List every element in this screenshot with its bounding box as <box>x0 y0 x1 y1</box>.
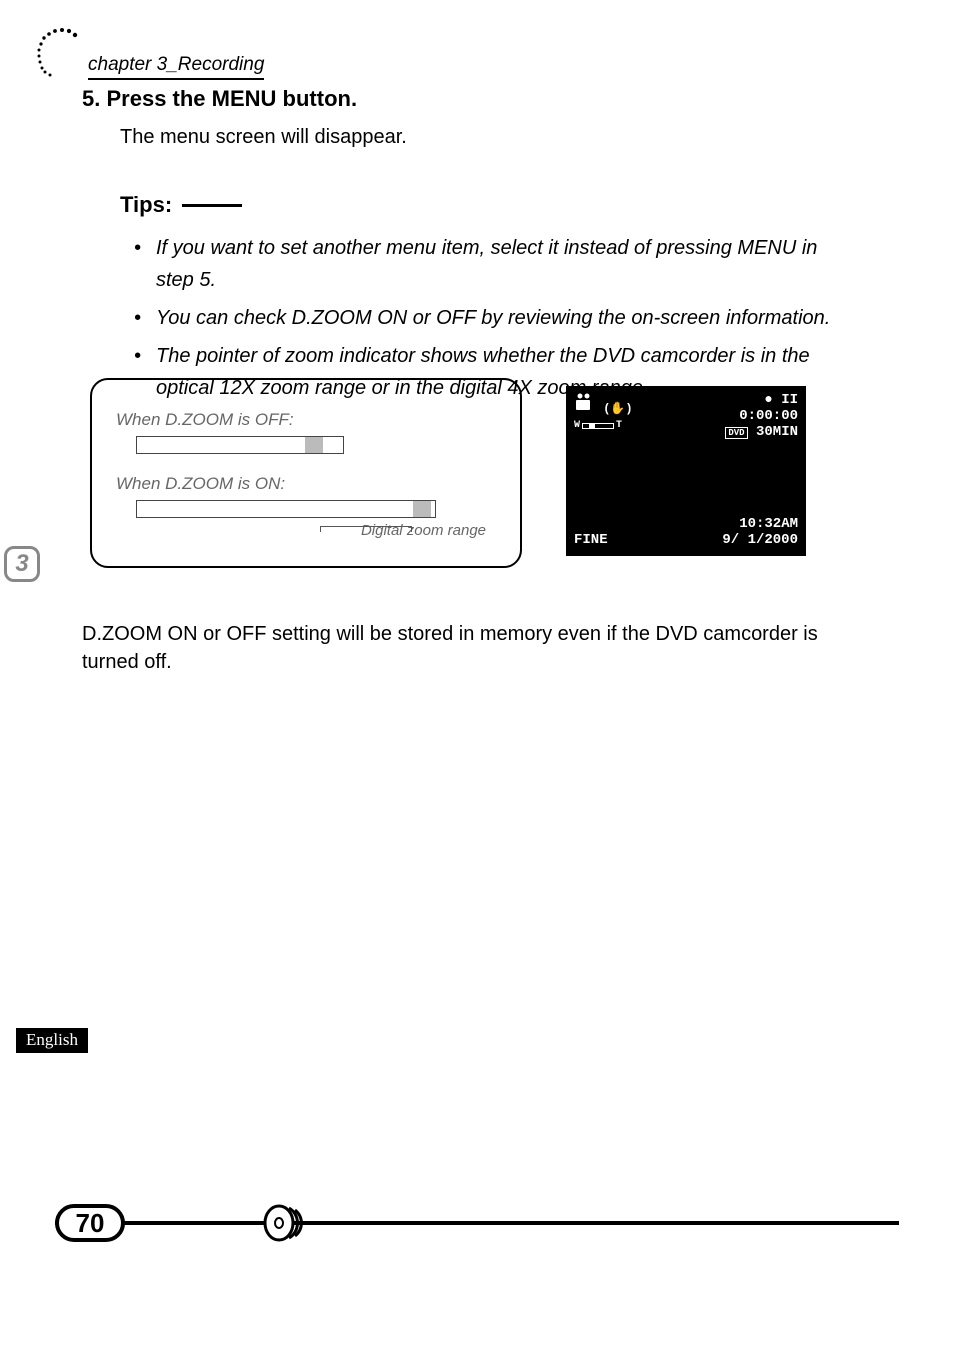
tips-heading-row: Tips: <box>120 192 854 218</box>
digital-zoom-label: Digital zoom range <box>116 522 486 539</box>
tips-divider-line <box>182 204 242 207</box>
zoom-w-label: W <box>574 420 580 431</box>
callout-line <box>520 384 570 386</box>
step-title: 5. Press the MENU button. <box>82 86 874 112</box>
zoom-t-label: T <box>616 420 622 431</box>
body-paragraph: D.ZOOM ON or OFF setting will be stored … <box>82 620 834 676</box>
diagram-box: When D.ZOOM is OFF: When D.ZOOM is ON: D… <box>90 378 522 568</box>
tips-item: You can check D.ZOOM ON or OFF by review… <box>134 302 854 334</box>
step-heading: Press the MENU button. <box>106 86 357 111</box>
quality-label: FINE <box>574 532 608 548</box>
clock-date: 9/ 1/2000 <box>722 532 798 548</box>
chapter-header: chapter 3_Recording <box>30 24 264 80</box>
language-badge: English <box>16 1028 88 1053</box>
clock-time: 10:32AM <box>722 516 798 532</box>
dvd-badge: DVD <box>725 427 747 439</box>
zoom-mini-bar <box>582 423 614 429</box>
digital-range-bracket <box>320 526 412 532</box>
dotted-arc-icon <box>30 24 86 80</box>
zoom-bar-on <box>136 500 436 518</box>
tips-item: If you want to set another menu item, se… <box>134 232 854 296</box>
disc-icon <box>263 1204 307 1242</box>
zoom-bar-off <box>136 436 344 454</box>
dzoom-on-label: When D.ZOOM is ON: <box>116 474 496 494</box>
dzoom-off-label: When D.ZOOM is OFF: <box>116 410 496 430</box>
step-block: 5. Press the MENU button. The menu scree… <box>82 86 874 149</box>
timer: 0:00:00 <box>725 408 798 424</box>
hand-icon: (✋) <box>603 402 632 416</box>
zoom-diagram: When D.ZOOM is OFF: When D.ZOOM is ON: D… <box>90 378 806 568</box>
lcd-screen: (✋) W T ● II 0:00:00 DVD 30MIN FINE <box>566 386 806 556</box>
page-footer: 70 <box>55 1204 899 1242</box>
step-number: 5. <box>82 86 100 111</box>
zoom-indicator: W T <box>574 420 633 431</box>
chapter-number-tab: 3 <box>4 546 40 582</box>
step-description: The menu screen will disappear. <box>120 126 874 149</box>
remain-time: 30MIN <box>756 424 798 440</box>
camera-icon: (✋) <box>574 392 633 416</box>
chapter-label: chapter 3_Recording <box>88 54 264 80</box>
tips-heading: Tips: <box>120 192 172 218</box>
rec-pause-icon: ● II <box>725 392 798 408</box>
footer-rule <box>55 1221 899 1225</box>
page-number-pill: 70 <box>55 1204 125 1242</box>
